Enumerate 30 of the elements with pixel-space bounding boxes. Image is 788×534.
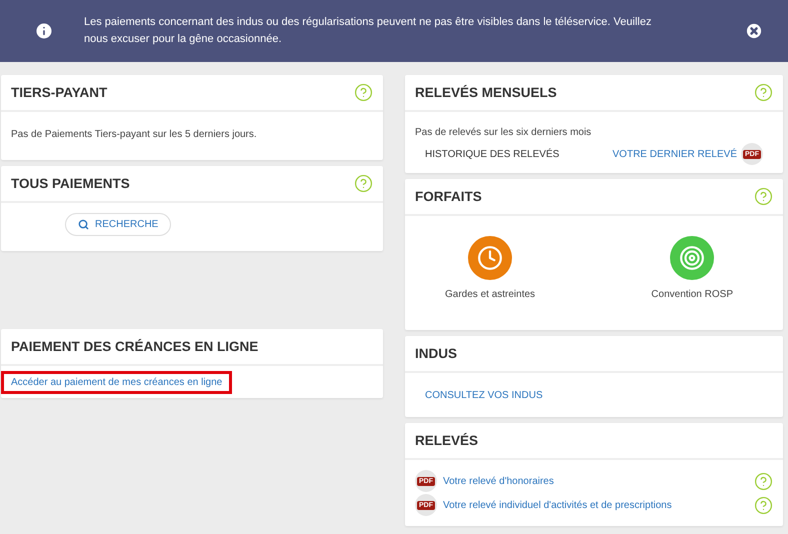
document-link[interactable]: Votre relevé d'honoraires [443, 476, 554, 486]
help-icon[interactable] [354, 83, 373, 102]
card-title: INDUS [415, 346, 458, 361]
search-icon [78, 219, 89, 230]
card-title: FORFAITS [415, 189, 482, 204]
info-text: Pas de Paiements Tiers-payant sur les 5 derniers jours. [11, 129, 257, 140]
link[interactable]: Accéder au paiement de mes créances en ligne [1, 371, 232, 394]
help-icon[interactable] [754, 83, 773, 102]
forfait-icon[interactable] [670, 236, 714, 280]
forfait-label: Gardes et astreintes [445, 289, 536, 300]
forfait-label: Convention ROSP [651, 289, 733, 300]
card-title: TIERS-PAYANT [11, 85, 108, 100]
forfait-icon[interactable] [468, 236, 512, 280]
info-text: Pas de relevés sur les six derniers mois [415, 127, 592, 138]
latest-statement-link[interactable]: VOTRE DERNIER RELEVÉ [612, 148, 737, 160]
help-icon[interactable] [754, 496, 773, 514]
help-icon[interactable] [754, 187, 773, 206]
card-title: RELEVÉS MENSUELS [415, 85, 557, 100]
document-link[interactable]: Votre relevé individuel d'activités et de prescriptions [443, 500, 672, 510]
help-icon[interactable] [754, 472, 773, 490]
close-icon[interactable] [744, 21, 764, 41]
help-icon[interactable] [354, 174, 373, 193]
link[interactable]: CONSULTEZ VOS INDUS [425, 390, 543, 401]
info-icon [34, 21, 54, 41]
card-title: PAIEMENT DES CRÉANCES EN LIGNE [11, 339, 258, 354]
notice-text: Les paiements concernant des indus ou des régularisations peuvent ne pas être visibles dans le téléservice. Veuillez nous excuser pour la gêne occasionnée. [84, 15, 652, 47]
card-title: RELEVÉS [415, 433, 478, 448]
search-button[interactable]: RECHERCHE [65, 213, 172, 236]
card-title: TOUS PAIEMENTS [11, 176, 130, 191]
history-link[interactable]: HISTORIQUE DES RELEVÉS [425, 148, 560, 160]
